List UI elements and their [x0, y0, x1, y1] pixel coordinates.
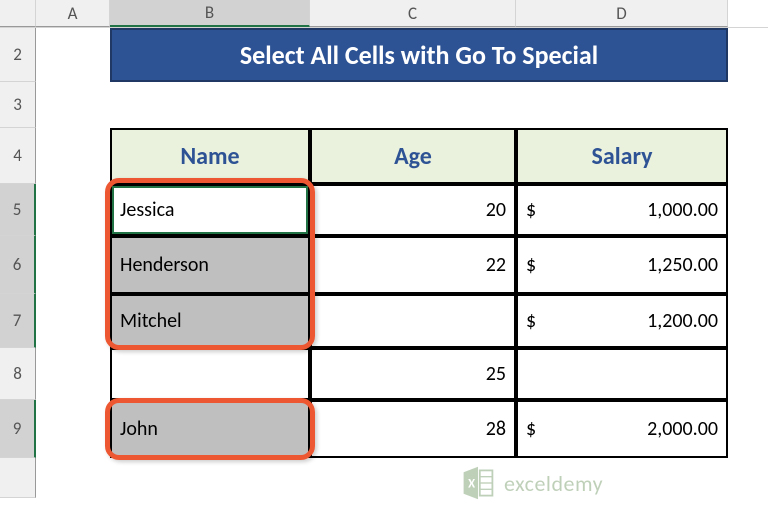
cell-A2[interactable]	[36, 28, 110, 82]
cell-B9[interactable]: John	[110, 400, 310, 458]
row-3: 3	[0, 82, 768, 128]
row-4: 4 Name Age Salary	[0, 128, 768, 184]
cell-D7[interactable]: $1,200.00	[516, 294, 728, 348]
cell-D6[interactable]: $1,250.00	[516, 236, 728, 294]
cell-A9[interactable]	[36, 400, 110, 458]
col-header-B[interactable]: B	[110, 0, 310, 27]
row-header-7[interactable]: 7	[0, 294, 36, 348]
row-header-2[interactable]: 2	[0, 28, 36, 82]
row-header-5[interactable]: 5	[0, 184, 36, 236]
header-name[interactable]: Name	[110, 128, 310, 184]
cell-A7[interactable]	[36, 294, 110, 348]
salary-value: 1,200.00	[647, 309, 718, 333]
spreadsheet: A B C D 2 Select All Cells with Go To Sp…	[0, 0, 768, 498]
cell-B7[interactable]: Mitchel	[110, 294, 310, 348]
cell-B3[interactable]	[110, 82, 310, 128]
column-headers: A B C D	[0, 0, 768, 28]
currency-sign: $	[526, 253, 536, 277]
row-8: 8 25	[0, 348, 768, 400]
row-header-4[interactable]: 4	[0, 128, 36, 184]
title-cell[interactable]: Select All Cells with Go To Special	[110, 28, 728, 82]
header-age[interactable]: Age	[310, 128, 516, 184]
row-5: 5 Jessica 20 $1,000.00	[0, 184, 768, 236]
salary-value: 2,000.00	[647, 417, 718, 441]
cell-A4[interactable]	[36, 128, 110, 184]
cell-B5[interactable]: Jessica	[110, 184, 310, 236]
row-10	[0, 458, 768, 498]
salary-value: 1,250.00	[647, 253, 718, 277]
row-header-6[interactable]: 6	[0, 236, 36, 294]
col-header-D[interactable]: D	[516, 0, 728, 27]
row-7: 7 Mitchel $1,200.00	[0, 294, 768, 348]
salary-value: 1,000.00	[647, 198, 718, 222]
cell-A3[interactable]	[36, 82, 110, 128]
row-9: 9 John 28 $2,000.00	[0, 400, 768, 458]
cell-C6[interactable]: 22	[310, 236, 516, 294]
svg-text:X: X	[468, 477, 475, 492]
header-salary[interactable]: Salary	[516, 128, 728, 184]
select-all-corner[interactable]	[0, 0, 36, 27]
cell-D8[interactable]	[516, 348, 728, 400]
cell-C3[interactable]	[310, 82, 516, 128]
cell-B10[interactable]	[110, 458, 310, 498]
col-header-A[interactable]: A	[36, 0, 110, 27]
cell-C7[interactable]	[310, 294, 516, 348]
cell-D9[interactable]: $2,000.00	[516, 400, 728, 458]
watermark: X exceldemy	[460, 465, 603, 501]
cell-D5[interactable]: $1,000.00	[516, 184, 728, 236]
col-header-C[interactable]: C	[310, 0, 516, 27]
watermark-text: exceldemy	[504, 470, 603, 497]
cell-A8[interactable]	[36, 348, 110, 400]
cell-C9[interactable]: 28	[310, 400, 516, 458]
cell-A6[interactable]	[36, 236, 110, 294]
row-header-3[interactable]: 3	[0, 82, 36, 128]
currency-sign: $	[526, 198, 536, 222]
row-header-10[interactable]	[0, 458, 36, 498]
currency-sign: $	[526, 417, 536, 441]
row-header-9[interactable]: 9	[0, 400, 36, 458]
cell-A5[interactable]	[36, 184, 110, 236]
cell-C5[interactable]: 20	[310, 184, 516, 236]
cell-D3[interactable]	[516, 82, 728, 128]
cell-B6[interactable]: Henderson	[110, 236, 310, 294]
exceldemy-icon: X	[460, 465, 496, 501]
cell-B8[interactable]	[110, 348, 310, 400]
row-2: 2 Select All Cells with Go To Special	[0, 28, 768, 82]
cell-A10[interactable]	[36, 458, 110, 498]
currency-sign: $	[526, 309, 536, 333]
cell-C8[interactable]: 25	[310, 348, 516, 400]
row-6: 6 Henderson 22 $1,250.00	[0, 236, 768, 294]
row-header-8[interactable]: 8	[0, 348, 36, 400]
